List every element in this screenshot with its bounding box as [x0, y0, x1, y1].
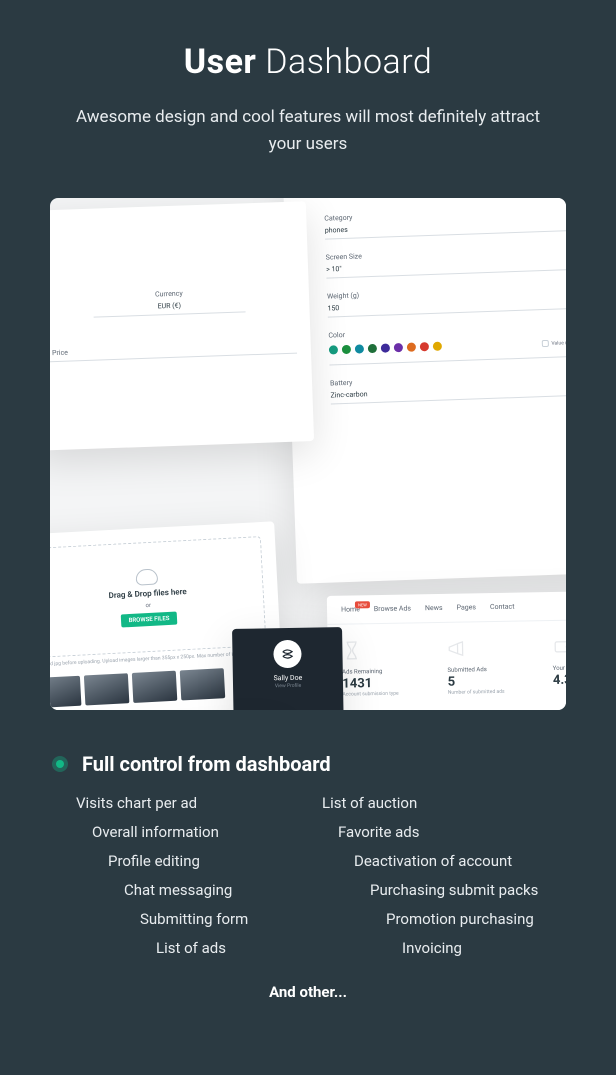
color-swatch[interactable]: [394, 343, 403, 352]
avatar[interactable]: [273, 640, 301, 668]
stat-value: 4.33: [553, 672, 566, 689]
feature-item: Purchasing submit packs: [318, 881, 568, 899]
thumbnail[interactable]: [132, 671, 178, 703]
color-swatch[interactable]: [329, 346, 338, 355]
feature-item: List of ads: [48, 939, 298, 957]
stat-ads-remaining: Ads Remaining 1431 Account submission ty…: [342, 637, 434, 698]
megaphone-icon: [447, 637, 467, 661]
bullet-dot-icon: [52, 756, 68, 772]
color-swatch[interactable]: [433, 342, 442, 351]
cloud-upload-icon: [135, 568, 158, 585]
feature-item: Profile editing: [48, 852, 298, 870]
feature-item: List of auction: [318, 794, 568, 812]
stat-sub: Account submission type: [342, 690, 433, 698]
stat-sub: Number of submitted ads: [448, 689, 539, 697]
user-role[interactable]: View Profile: [275, 683, 301, 689]
color-swatch[interactable]: [368, 344, 377, 353]
top-nav: HomeNEW Browse Ads News Pages Contact: [327, 591, 566, 626]
color-swatch[interactable]: [407, 343, 416, 352]
page-title: User Dashboard: [50, 42, 566, 82]
feature-item: Submitting form: [48, 910, 298, 928]
title-bold: User: [184, 42, 257, 82]
title-rest: Dashboard: [265, 42, 432, 82]
thumbnail[interactable]: [50, 676, 81, 708]
stat-budget: Your Bu 4.33: [552, 634, 566, 695]
feature-item: Visits chart per ad: [48, 794, 298, 812]
dashboard-showcase: Category phones Screen Size > 10" Weight…: [50, 198, 566, 710]
price-label: le Price: [50, 341, 297, 358]
hourglass-icon: [342, 639, 362, 663]
feature-item: Deactivation of account: [318, 852, 568, 870]
nav-news[interactable]: News: [425, 604, 443, 612]
checkbox-icon[interactable]: [541, 340, 548, 347]
features-footer: And other...: [48, 983, 568, 1001]
side-section-main: MAIN: [233, 702, 343, 710]
color-label: Color: [328, 328, 441, 340]
thumbnail[interactable]: [180, 669, 226, 701]
new-badge: NEW: [355, 602, 370, 609]
wallet-icon: [552, 635, 566, 659]
value-not-found-label: Value not found?: [551, 339, 566, 346]
nav-browse[interactable]: Browse Ads: [374, 605, 411, 614]
page-subtitle: Awesome design and cool features will mo…: [50, 104, 566, 158]
color-swatch[interactable]: [355, 345, 364, 354]
stat-submitted-ads: Submitted Ads 5 Number of submitted ads: [447, 636, 539, 697]
features-column-right: List of auction Favorite ads Deactivatio…: [318, 794, 568, 957]
color-swatch[interactable]: [342, 345, 351, 354]
features-heading: Full control from dashboard: [82, 752, 331, 776]
browse-files-button[interactable]: BROWSE FILES: [120, 611, 177, 627]
drop-or: or: [145, 602, 151, 609]
drop-title: Drag & Drop files here: [108, 587, 186, 600]
thumbnail[interactable]: [84, 674, 130, 706]
features-column-left: Visits chart per ad Overall information …: [48, 794, 298, 957]
dashboard-main-pane: HomeNEW Browse Ads News Pages Contact Ad…: [327, 591, 566, 711]
sidebar-pane: Sally Doe View Profile MAIN Dashboard AD…: [232, 627, 348, 710]
color-swatch[interactable]: [420, 342, 429, 351]
feature-item: Favorite ads: [318, 823, 568, 841]
nav-contact[interactable]: Contact: [490, 603, 515, 611]
form-pane-currency: Currency EUR (€) le Price: [50, 202, 314, 452]
color-swatches[interactable]: [329, 342, 442, 355]
feature-item: Overall information: [48, 823, 298, 841]
nav-pages[interactable]: Pages: [456, 604, 476, 612]
color-swatch[interactable]: [381, 344, 390, 353]
feature-item: Promotion purchasing: [318, 910, 568, 928]
stat-title: Your Bu: [553, 664, 566, 673]
form-pane-category: Category phones Screen Size > 10" Weight…: [283, 198, 566, 584]
feature-item: Chat messaging: [48, 881, 298, 899]
logo-icon: [280, 647, 294, 661]
feature-item: Invoicing: [318, 939, 568, 957]
user-name: Sally Doe: [273, 674, 302, 683]
nav-home[interactable]: HomeNEW: [341, 606, 360, 614]
